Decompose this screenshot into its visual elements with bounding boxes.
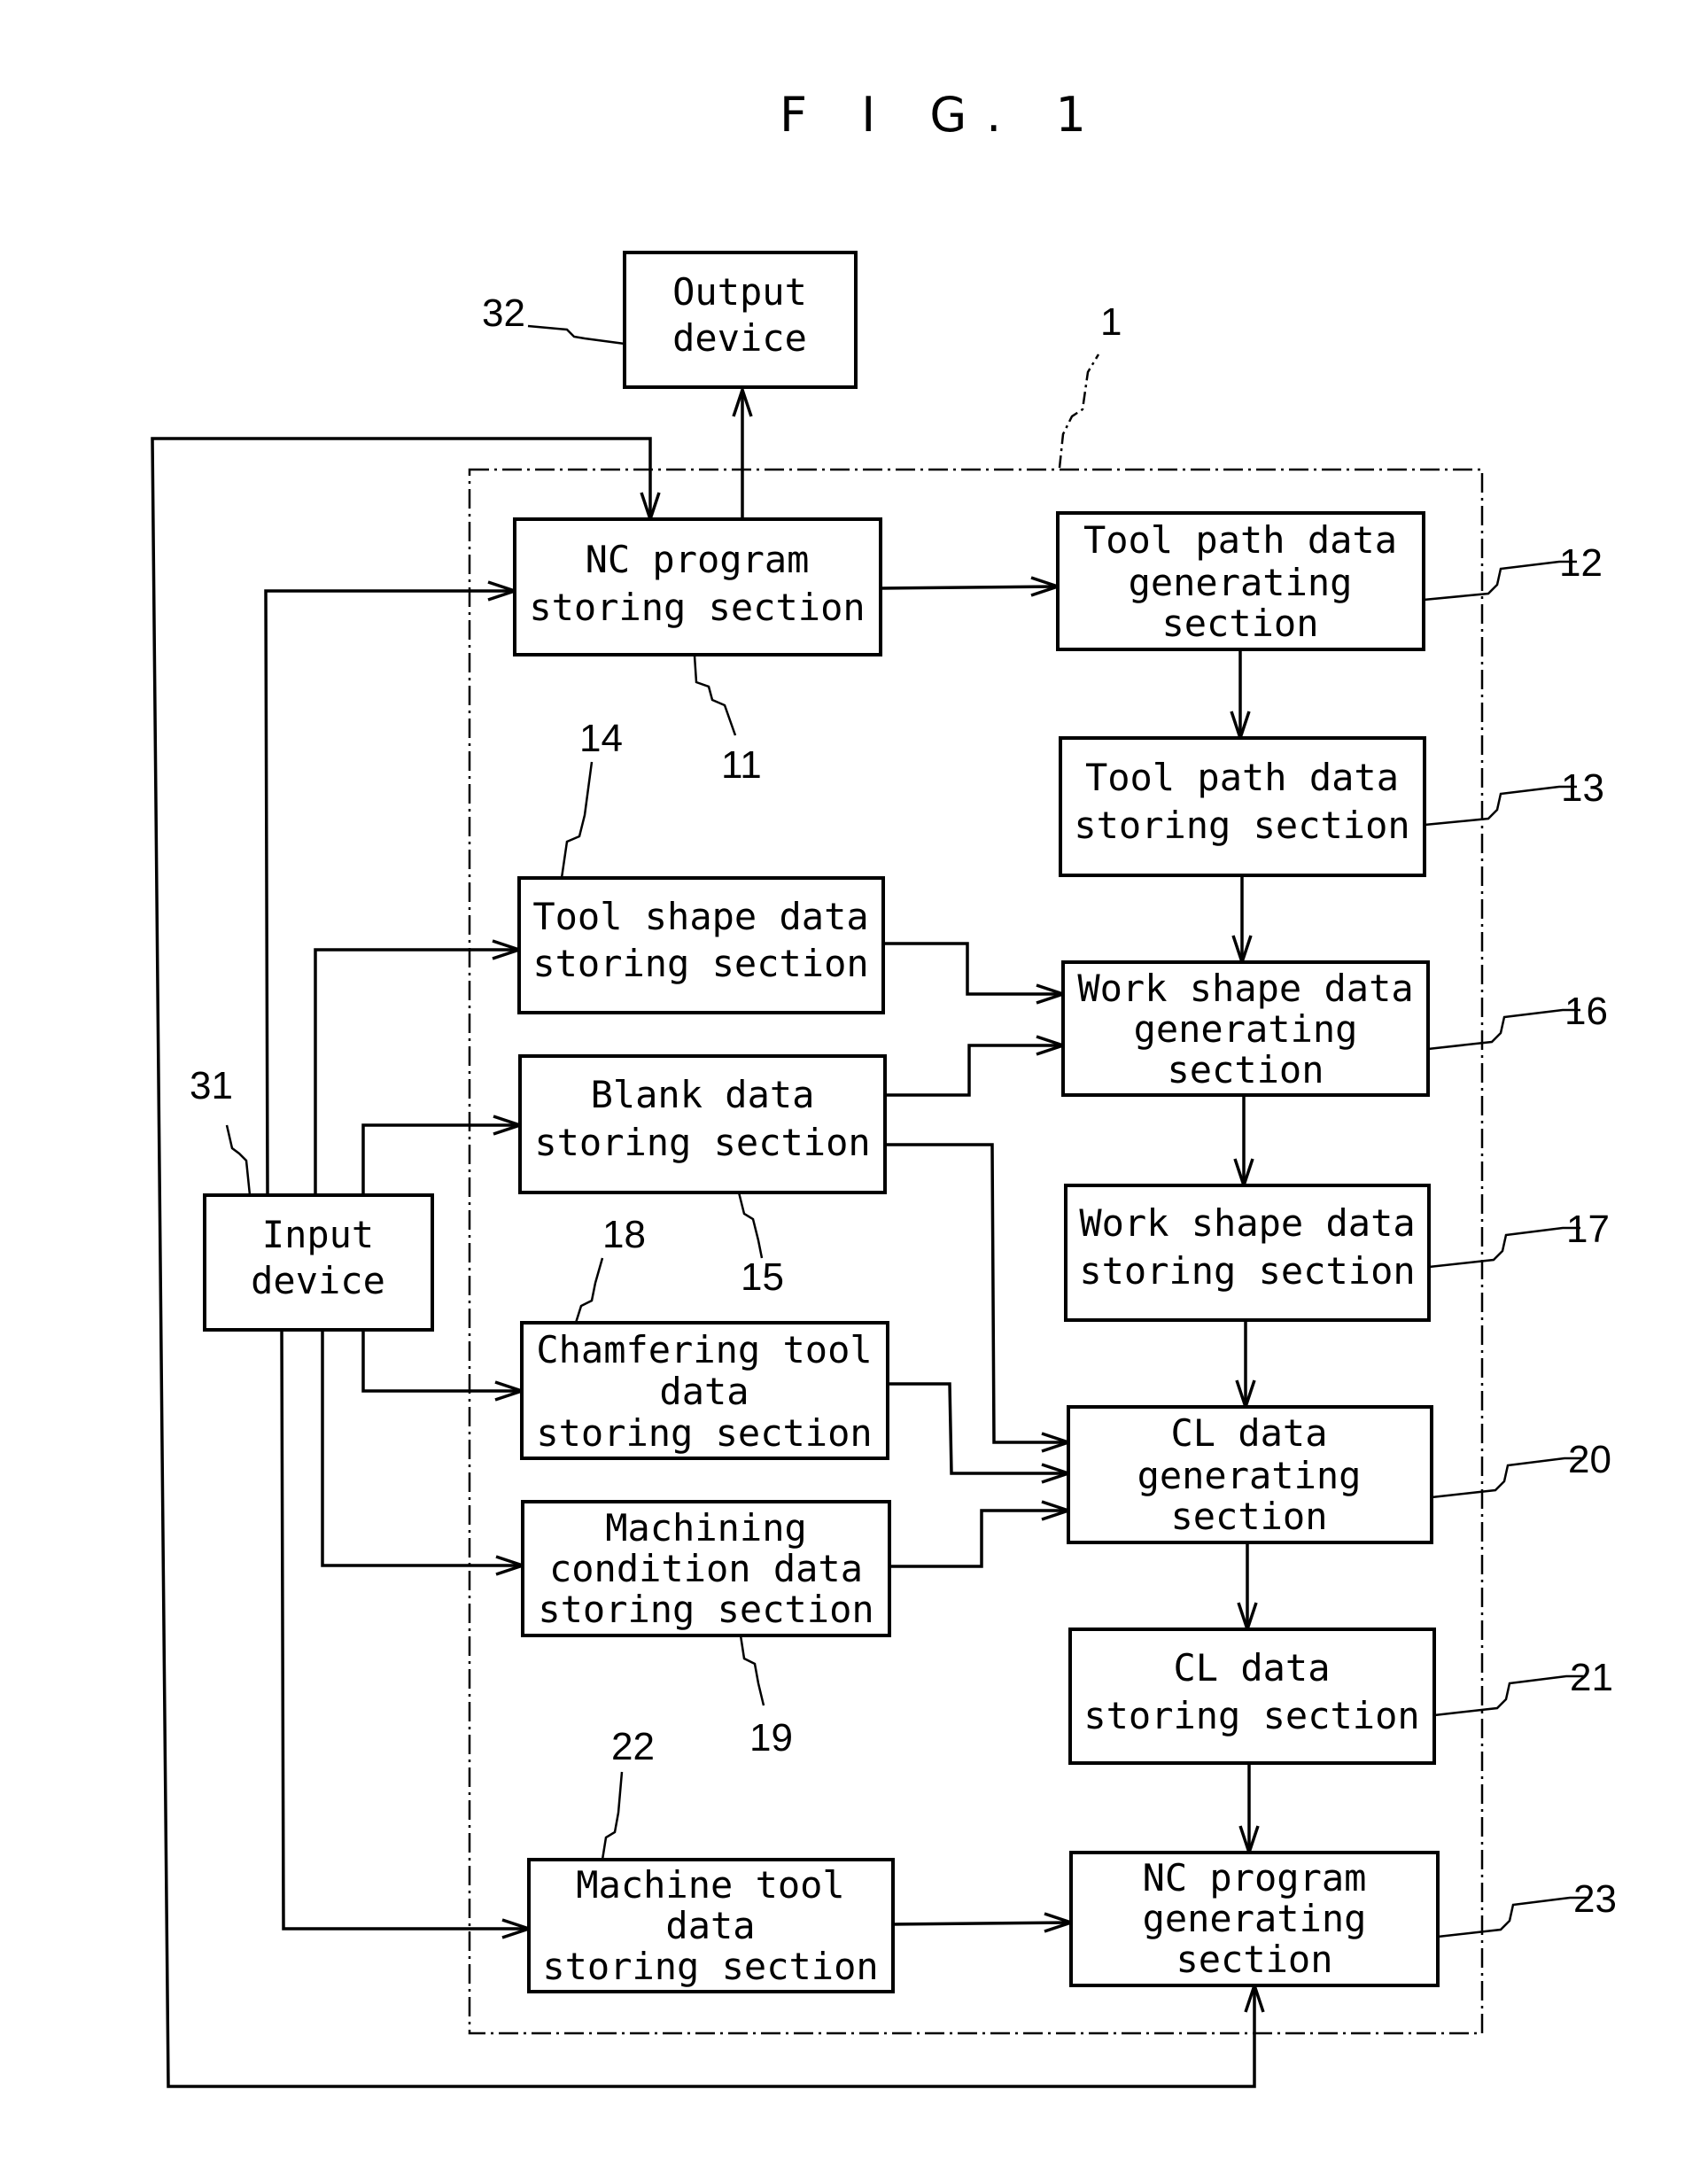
box-line: storing section — [1079, 1249, 1415, 1293]
leader-17 — [1428, 1226, 1580, 1269]
box-input-device: Input device — [203, 1193, 434, 1332]
leader-20 — [1431, 1457, 1582, 1499]
box-machining-condition-storing: Machining condition data storing section — [521, 1500, 891, 1637]
box-line: storing section — [536, 1411, 872, 1455]
ref-label-31: 31 — [190, 1064, 233, 1107]
box-line: section — [1167, 1048, 1324, 1092]
box-line: storing section — [1074, 804, 1409, 847]
wire-machining-condition-to-cl-gen — [889, 1509, 1068, 1568]
leader-21 — [1433, 1674, 1584, 1717]
ref-label-12: 12 — [1559, 541, 1603, 585]
box-line: device — [251, 1259, 385, 1302]
box-work-shape-storing: Work shape data storing section — [1064, 1184, 1431, 1322]
box-line: generating — [1129, 561, 1353, 604]
ref-label-23: 23 — [1573, 1877, 1617, 1921]
wire-nc-storing-to-toolpath-gen — [880, 585, 1059, 590]
box-line: storing section — [538, 1588, 873, 1631]
ref-label-14: 14 — [579, 717, 623, 760]
leader-14 — [560, 761, 594, 879]
leader-18 — [574, 1257, 604, 1324]
ref-label-32: 32 — [482, 291, 525, 335]
box-line: generating — [1134, 1007, 1358, 1051]
leader-12 — [1423, 560, 1577, 602]
leader-16 — [1427, 1008, 1580, 1051]
box-line: NC program — [1143, 1856, 1367, 1899]
box-tool-shape-storing: Tool shape data storing section — [517, 876, 885, 1014]
ref-label-19: 19 — [749, 1716, 793, 1760]
leader-11 — [693, 655, 737, 736]
box-line: generating — [1137, 1454, 1362, 1497]
box-line: Tool path data — [1085, 756, 1399, 799]
ref-label-18: 18 — [602, 1213, 646, 1256]
wire-input-to-machine-tool — [280, 1329, 529, 1931]
ref-label-17: 17 — [1566, 1208, 1610, 1251]
wire-input-to-nc-storing — [264, 589, 515, 1196]
box-line: device — [672, 316, 807, 360]
box-machine-tool-storing: Machine tool data storing section — [527, 1858, 895, 1993]
box-line: data — [665, 1904, 755, 1947]
box-line: Tool path data — [1083, 518, 1397, 562]
ref-label-15: 15 — [741, 1255, 784, 1299]
boundary-leader — [1058, 353, 1100, 469]
box-line: condition data — [549, 1547, 863, 1590]
box-line: storing section — [532, 942, 868, 985]
box-output-device: Output device — [623, 251, 858, 389]
box-line: data — [659, 1370, 749, 1413]
box-line: Chamfering tool — [536, 1328, 872, 1371]
leader-23 — [1437, 1896, 1588, 1938]
leader-13 — [1424, 785, 1577, 827]
box-line: storing section — [542, 1945, 878, 1988]
figure-title: F I G. 1 — [780, 87, 1106, 143]
leader-22 — [601, 1771, 624, 1861]
box-line: CL data — [1173, 1646, 1330, 1690]
box-cl-storing: CL data storing section — [1068, 1628, 1436, 1765]
box-line: storing section — [529, 586, 865, 629]
block-diagram: F I G. 1 1 Output device NC program stor… — [151, 87, 1617, 2088]
box-line: NC program — [586, 538, 810, 581]
box-work-shape-generating: Work shape data generating section — [1061, 960, 1430, 1097]
leader-15 — [737, 1192, 764, 1259]
box-line: Output — [672, 270, 807, 314]
box-line: Blank data — [591, 1073, 815, 1116]
ref-label-11: 11 — [721, 743, 762, 787]
ref-label-16: 16 — [1564, 990, 1608, 1033]
box-line: Input — [262, 1213, 374, 1256]
box-line: Machining — [605, 1506, 807, 1550]
box-blank-storing: Blank data storing section — [518, 1054, 887, 1194]
ref-label-21: 21 — [1570, 1656, 1613, 1699]
leader-19 — [739, 1635, 765, 1706]
ref-label-13: 13 — [1561, 766, 1604, 810]
box-line: section — [1161, 602, 1318, 645]
box-nc-program-storing: NC program storing section — [513, 517, 882, 656]
leader-32 — [527, 324, 625, 346]
box-cl-generating: CL data generating section — [1067, 1405, 1433, 1544]
box-tool-path-storing: Tool path data storing section — [1059, 736, 1426, 877]
ref-label-1: 1 — [1100, 300, 1122, 344]
box-line: Work shape data — [1079, 1201, 1415, 1245]
wire-input-to-toolshape — [314, 948, 519, 1195]
leader-31 — [225, 1124, 252, 1196]
box-chamfering-tool-storing: Chamfering tool data storing section — [520, 1321, 889, 1460]
wire-chamfering-to-cl-gen — [888, 1382, 1068, 1475]
box-tool-path-generating: Tool path data generating section — [1056, 511, 1425, 651]
wire-machine-tool-to-nc-gen — [892, 1921, 1072, 1926]
wire-input-to-blank — [361, 1123, 520, 1195]
box-line: section — [1170, 1495, 1327, 1538]
box-line: storing section — [534, 1121, 870, 1164]
box-line: CL data — [1170, 1411, 1327, 1455]
box-line: section — [1176, 1938, 1332, 1981]
wire-input-to-machining-condition — [321, 1330, 523, 1567]
box-line: Machine tool — [576, 1863, 844, 1907]
wire-blank-to-cl-gen — [885, 1143, 1068, 1444]
box-line: Work shape data — [1077, 967, 1413, 1010]
ref-label-20: 20 — [1568, 1438, 1611, 1481]
box-line: generating — [1143, 1897, 1367, 1940]
box-nc-program-generating: NC program generating section — [1069, 1851, 1440, 1987]
box-line: Tool shape data — [532, 895, 868, 938]
box-line: storing section — [1083, 1694, 1419, 1737]
ref-label-22: 22 — [611, 1725, 655, 1768]
